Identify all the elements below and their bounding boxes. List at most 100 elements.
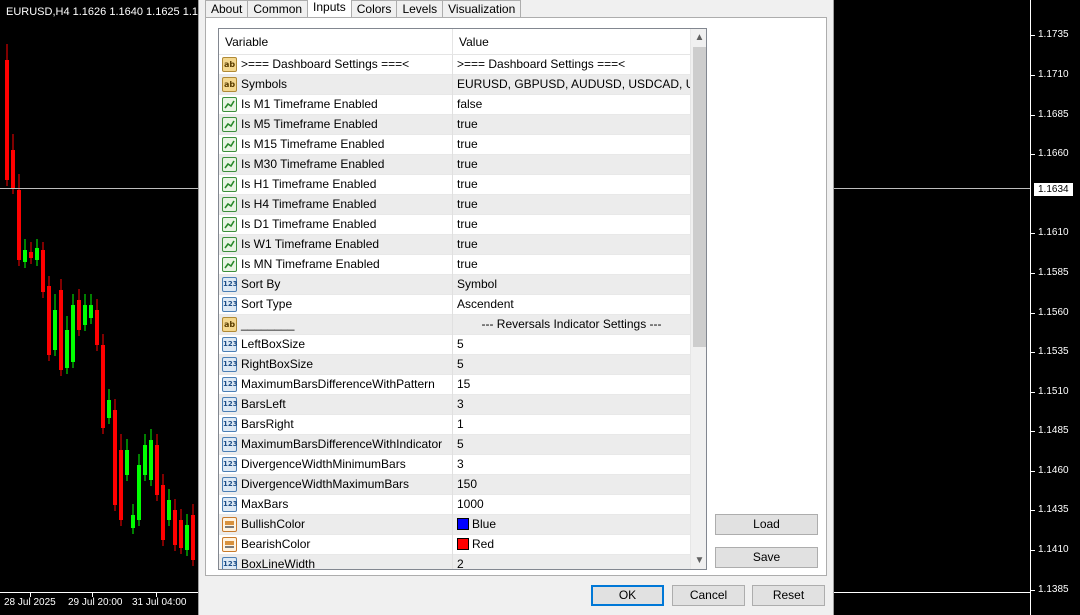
load-button[interactable]: Load [715,514,818,535]
tab-colors[interactable]: Colors [351,0,398,18]
boolean-type-icon [222,197,237,212]
value-cell[interactable]: 5 [453,355,690,375]
value-cell[interactable]: >=== Dashboard Settings ===< [453,55,690,75]
grid-row[interactable]: Is H1 Timeframe Enabled true [219,175,690,195]
tab-about[interactable]: About [205,0,249,18]
current-price-tag: 1.1634 [1033,182,1074,197]
grid-row[interactable]: BullishColor Blue [219,515,690,535]
value-cell[interactable]: EURUSD, GBPUSD, AUDUSD, USDCAD, U... [453,75,690,95]
scroll-down-icon[interactable]: ▼ [691,552,706,569]
cancel-button[interactable]: Cancel [672,585,745,606]
candle-body [95,310,99,345]
grid-row[interactable]: 123 MaximumBarsDifferenceWithIndicator 5 [219,435,690,455]
value-cell[interactable]: false [453,95,690,115]
value-cell[interactable]: 5 [453,435,690,455]
grid-row[interactable]: 123 MaxBars 1000 [219,495,690,515]
grid-row[interactable]: Is M1 Timeframe Enabled false [219,95,690,115]
price-chart-right[interactable]: 1.1634 1.1735 1.1710 1.1685 1.1660 1.1610 1.1… [834,0,1080,615]
value-cell[interactable]: 3 [453,455,690,475]
value-cell[interactable]: true [453,135,690,155]
grid-row[interactable]: 123 BarsLeft 3 [219,395,690,415]
candle-body [191,515,195,560]
grid-scrollbar[interactable]: ▲ ▼ [690,29,706,569]
value-cell[interactable]: 5 [453,335,690,355]
value-cell[interactable]: true [453,195,690,215]
grid-row[interactable]: Is M15 Timeframe Enabled true [219,135,690,155]
inputs-panel: Variable Value ab >=== Dashboard Settings… [205,17,827,576]
price-label: 1.1460 [1038,465,1069,476]
column-header-variable[interactable]: Variable [219,29,453,55]
candle-body [101,345,105,428]
variable-cell: Is M1 Timeframe Enabled [219,95,453,115]
price-tick [1031,35,1035,36]
variable-name: LeftBoxSize [241,337,306,351]
save-button[interactable]: Save [715,547,818,568]
inputs-grid[interactable]: Variable Value ab >=== Dashboard Settings… [218,28,707,570]
value-cell[interactable]: 3 [453,395,690,415]
grid-row[interactable]: Is MN Timeframe Enabled true [219,255,690,275]
grid-row[interactable]: BearishColor Red [219,535,690,555]
value-cell[interactable]: Blue [453,515,690,535]
candle-body [155,445,159,495]
variable-name: Is M1 Timeframe Enabled [241,97,378,111]
grid-row[interactable]: 123 Sort Type Ascendent [219,295,690,315]
value-cell[interactable]: --- Reversals Indicator Settings --- [453,315,690,335]
grid-row[interactable]: 123 RightBoxSize 5 [219,355,690,375]
value-cell[interactable]: 1000 [453,495,690,515]
grid-row[interactable]: ab Symbols EURUSD, GBPUSD, AUDUSD, USDCAD,… [219,75,690,95]
variable-name: DivergenceWidthMinimumBars [241,457,406,471]
value-cell[interactable]: true [453,215,690,235]
price-label: 1.1510 [1038,386,1069,397]
grid-row[interactable]: ab >=== Dashboard Settings ===< >=== Dashb… [219,55,690,75]
tab-common[interactable]: Common [248,0,309,18]
value-cell[interactable]: 15 [453,375,690,395]
variable-value: true [457,117,478,131]
value-cell[interactable]: 2 [453,555,690,570]
ok-button[interactable]: OK [591,585,664,606]
variable-name: Is M5 Timeframe Enabled [241,117,378,131]
grid-row[interactable]: 123 DivergenceWidthMaximumBars 150 [219,475,690,495]
price-label: 1.1660 [1038,148,1069,159]
price-label: 1.1710 [1038,69,1069,80]
variable-value: true [457,137,478,151]
value-cell[interactable]: true [453,175,690,195]
price-chart-left[interactable]: EURUSD,H4 1.1626 1.1640 1.1625 1.1634 28… [0,0,198,615]
time-label: 29 Jul 20:00 [68,597,123,608]
price-tick [1031,471,1035,472]
tab-visualization[interactable]: Visualization [443,0,522,18]
value-cell[interactable]: Red [453,535,690,555]
grid-row[interactable]: 123 Sort By Symbol [219,275,690,295]
grid-row[interactable]: Is D1 Timeframe Enabled true [219,215,690,235]
value-cell[interactable]: true [453,255,690,275]
scroll-up-icon[interactable]: ▲ [691,29,706,46]
grid-row[interactable]: 123 DivergenceWidthMinimumBars 3 [219,455,690,475]
grid-row[interactable]: Is M5 Timeframe Enabled true [219,115,690,135]
value-cell[interactable]: Symbol [453,275,690,295]
value-cell[interactable]: 1 [453,415,690,435]
grid-row[interactable]: 123 MaximumBarsDifferenceWithPattern 15 [219,375,690,395]
tab-levels[interactable]: Levels [397,0,444,18]
value-cell[interactable]: true [453,115,690,135]
candle-body [173,510,177,545]
column-header-value[interactable]: Value [453,29,690,55]
grid-row[interactable]: 123 LeftBoxSize 5 [219,335,690,355]
variable-value: 2 [457,557,464,570]
value-cell[interactable]: Ascendent [453,295,690,315]
time-axis: 28 Jul 2025 29 Jul 20:00 31 Jul 04:00 [0,592,198,615]
grid-row[interactable]: 123 BarsRight 1 [219,415,690,435]
grid-row[interactable]: Is W1 Timeframe Enabled true [219,235,690,255]
grid-row[interactable]: Is H4 Timeframe Enabled true [219,195,690,215]
grid-row[interactable]: ab ________ --- Reversals Indicator Settin… [219,315,690,335]
grid-row[interactable]: Is M30 Timeframe Enabled true [219,155,690,175]
tab-inputs[interactable]: Inputs [308,0,352,18]
variable-value: 1 [457,417,464,431]
value-cell[interactable]: true [453,235,690,255]
variable-name: Is M15 Timeframe Enabled [241,137,385,151]
price-label: 1.1535 [1038,346,1069,357]
value-cell[interactable]: true [453,155,690,175]
grid-row[interactable]: 123 BoxLineWidth 2 [219,555,690,570]
reset-button[interactable]: Reset [752,585,825,606]
scroll-thumb[interactable] [693,47,706,347]
value-cell[interactable]: 150 [453,475,690,495]
indicator-properties-dialog: About Common Inputs Colors Levels Visual… [198,0,834,615]
